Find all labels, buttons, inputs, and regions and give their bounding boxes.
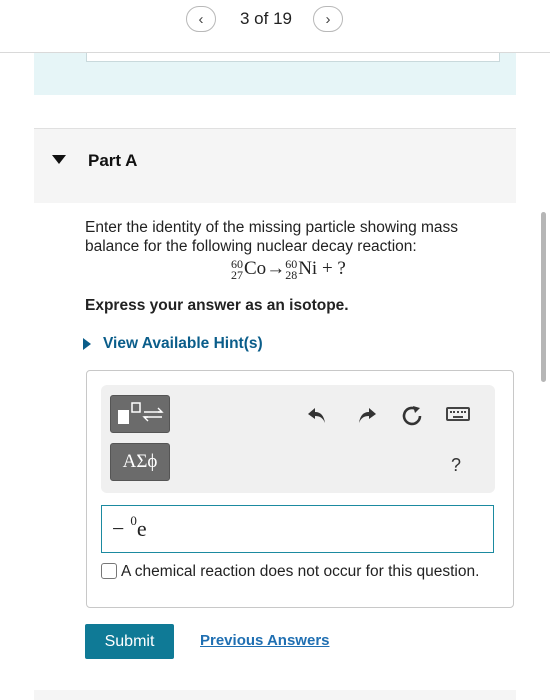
expand-triangle-icon: [83, 337, 91, 350]
no-reaction-checkbox[interactable]: [101, 563, 117, 579]
reactant-numbers: 60 27: [231, 258, 243, 282]
math-toolbar: ΑΣϕ ?: [101, 385, 495, 493]
scrollbar[interactable]: [541, 212, 546, 382]
previous-part-panel: [34, 53, 516, 95]
previous-part-input: [86, 53, 500, 62]
undo-button[interactable]: [306, 405, 328, 431]
reset-button[interactable]: [401, 405, 423, 433]
redo-button[interactable]: [356, 405, 378, 431]
previous-answers-link[interactable]: Previous Answers: [200, 632, 330, 649]
decay-equation: 60 27 Co→ 60 28 Ni + ?: [231, 258, 346, 281]
no-reaction-label: A chemical reaction does not occur for t…: [121, 563, 480, 580]
next-item-button[interactable]: ›: [313, 6, 343, 32]
product-numbers: 60 28: [285, 258, 298, 282]
submit-button[interactable]: Submit: [85, 624, 174, 659]
answer-prefix: −: [112, 516, 125, 541]
answer-input[interactable]: −0e: [101, 505, 494, 553]
top-navigation: ‹ 3 of 19 ›: [0, 0, 550, 53]
no-reaction-option[interactable]: A chemical reaction does not occur for t…: [95, 561, 505, 582]
previous-item-button[interactable]: ‹: [186, 6, 216, 32]
reset-icon: [402, 406, 422, 426]
answer-symbol: e: [136, 516, 147, 541]
view-hints-label: View Available Hint(s): [103, 335, 263, 352]
redo-icon: [359, 408, 376, 423]
chevron-right-icon: ›: [325, 10, 331, 28]
next-section-strip: [34, 690, 516, 700]
undo-icon: [308, 408, 325, 423]
keyboard-button[interactable]: [446, 407, 470, 421]
plus-sign: +: [321, 258, 333, 279]
product-symbol: Ni: [298, 258, 318, 279]
answer-superscript: 0: [130, 513, 137, 528]
reactant-atomic-number: 27: [231, 267, 243, 282]
answer-panel: ΑΣϕ ? −0e A chemical reaction does not o…: [86, 370, 514, 608]
template-icon: [118, 402, 164, 424]
answer-instruction: Express your answer as an isotope.: [85, 297, 349, 314]
product-atomic-number: 28: [285, 267, 298, 282]
unknown-particle: ?: [337, 258, 346, 279]
view-hints-link[interactable]: View Available Hint(s): [83, 335, 263, 353]
question-text: Enter the identity of the missing partic…: [85, 219, 459, 255]
reactant-symbol: Co: [244, 258, 267, 279]
greek-symbols-button[interactable]: ΑΣϕ: [110, 443, 170, 481]
help-button[interactable]: ?: [451, 455, 461, 476]
reaction-arrow: →: [266, 258, 286, 279]
collapse-caret-icon[interactable]: [52, 155, 66, 164]
keyboard-icon: [446, 407, 470, 421]
answer-expression: −0e: [112, 513, 147, 542]
part-title: Part A: [88, 151, 138, 170]
chevron-left-icon: ‹: [198, 10, 204, 28]
template-button[interactable]: [110, 395, 170, 433]
part-header[interactable]: Part A: [34, 128, 516, 203]
item-counter: 3 of 19: [240, 9, 292, 28]
